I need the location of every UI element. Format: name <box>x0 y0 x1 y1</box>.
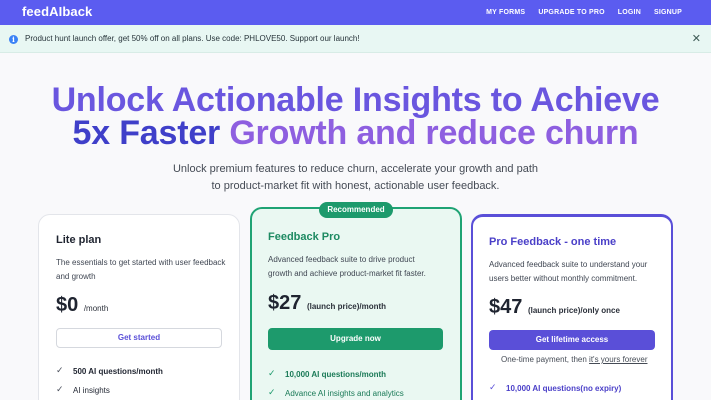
headline-rest: Growth and reduce churn <box>229 114 639 152</box>
brand-logo[interactable]: feedAIback <box>22 4 92 19</box>
lite-feature-label: AI insights <box>73 385 110 395</box>
check-icon: ✓ <box>489 383 497 393</box>
feedback-pro-price-row: $27 (launch price)/month <box>268 292 386 315</box>
check-icon: ✓ <box>268 388 276 398</box>
pro-one-time-price: $47 <box>489 296 523 318</box>
lite-plan-price-row: $0 /month <box>56 294 108 317</box>
pro-note-text: One-time payment, then <box>501 355 590 364</box>
lite-plan-price: $0 <box>56 294 79 316</box>
recommended-badge: Recommended <box>319 202 393 218</box>
check-icon: ✓ <box>268 369 276 379</box>
check-icon: ✓ <box>56 366 64 376</box>
promo-text: Product hunt launch offer, get 50% off o… <box>25 34 360 43</box>
nav-link-my-forms[interactable]: MY FORMS <box>486 9 525 16</box>
feedback-pro-feature-label: Advance AI insights and analytics <box>285 388 404 398</box>
headline-line-1: Unlock Actionable Insights to Achieve <box>51 81 660 119</box>
feedback-pro-price-suffix: /month <box>359 302 387 311</box>
close-icon[interactable]: ✕ <box>692 32 701 45</box>
pro-one-time-title: Pro Feedback - one time <box>489 236 617 248</box>
lite-plan-desc: The essentials to get started with user … <box>56 258 226 281</box>
feedback-pro-price: $27 <box>268 292 302 314</box>
upgrade-now-button[interactable]: Upgrade now <box>268 328 443 350</box>
nav-link-signup[interactable]: SIGNUP <box>654 9 682 16</box>
promo-banner: i Product hunt launch offer, get 50% off… <box>0 25 711 53</box>
get-started-button[interactable]: Get started <box>56 328 222 348</box>
pro-one-time-price-row: $47 (launch price)/only once <box>489 296 620 319</box>
feedback-pro-feature-item: ✓ Advance AI insights and analytics <box>268 388 404 398</box>
feedback-pro-title: Feedback Pro <box>268 231 341 243</box>
lite-plan-price-suffix: /month <box>83 304 109 313</box>
nav-links: MY FORMS UPGRADE TO PRO LOGIN SIGNUP <box>486 0 682 25</box>
feedback-pro-price-note: (launch price) <box>306 302 360 311</box>
pro-one-time-note: One-time payment, then it's yours foreve… <box>501 355 647 364</box>
lite-feature-item: ✓ AI insights <box>56 385 110 395</box>
lite-plan-title: Lite plan <box>56 234 102 246</box>
info-icon: i <box>9 35 18 44</box>
yours-forever-link[interactable]: it's yours forever <box>589 355 647 364</box>
headline-line-2: 5x Faster Growth and reduce churn <box>0 114 711 152</box>
headline-accent: 5x Faster <box>72 114 221 152</box>
pro-one-time-price-note: (launch price) <box>527 306 581 315</box>
hero-headline: Unlock Actionable Insights to Achieve 5x… <box>0 81 711 152</box>
feedback-pro-feature-label: 10,000 AI questions/month <box>285 369 387 379</box>
lite-feature-label: 500 AI questions/month <box>73 366 163 376</box>
feedback-pro-desc: Advanced feedback suite to drive product… <box>268 255 426 278</box>
nav-link-upgrade-to-pro[interactable]: UPGRADE TO PRO <box>538 9 604 16</box>
lite-feature-item: ✓ 500 AI questions/month <box>56 366 163 376</box>
pro-one-time-feature-label: 10,000 AI questions(no expiry) <box>506 383 622 393</box>
feedback-pro-feature-item: ✓ 10,000 AI questions/month <box>268 369 386 379</box>
hero-subhead: Unlock premium features to reduce churn,… <box>172 163 539 192</box>
top-navbar: feedAIback MY FORMS UPGRADE TO PRO LOGIN… <box>0 0 711 25</box>
get-lifetime-access-button[interactable]: Get lifetime access <box>489 330 655 350</box>
pro-one-time-feature-item: ✓ 10,000 AI questions(no expiry) <box>489 383 621 393</box>
nav-link-login[interactable]: LOGIN <box>618 9 641 16</box>
pro-one-time-price-suffix: /only once <box>580 306 620 315</box>
pro-one-time-desc: Advanced feedback suite to understand yo… <box>489 260 648 283</box>
check-icon: ✓ <box>56 385 64 395</box>
